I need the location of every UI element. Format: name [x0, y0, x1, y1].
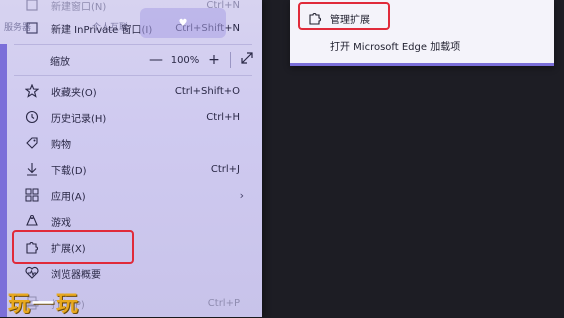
zoom-level: 100%	[170, 54, 200, 66]
extensions-submenu: 管理扩展 打开 Microsoft Edge 加载项	[290, 0, 554, 66]
expand-icon[interactable]	[237, 52, 257, 68]
submenu-accent-line	[290, 63, 554, 66]
overlay-chip: ♥	[140, 8, 226, 38]
zoom-out-button[interactable]: —	[146, 52, 166, 68]
zoom-label: 缩放	[50, 56, 70, 68]
games-icon	[24, 213, 40, 229]
menu-item-shopping[interactable]: 购物	[14, 132, 252, 154]
menu-item-history[interactable]: 历史记录(H) Ctrl+H	[14, 106, 252, 128]
favorites-icon	[24, 83, 40, 99]
heart-icon: ♥	[178, 17, 188, 29]
menu-item-downloads[interactable]: 下载(D) Ctrl+J	[14, 158, 252, 180]
zoom-in-button[interactable]: +	[204, 52, 224, 68]
inprivate-window-icon	[24, 20, 40, 36]
apps-icon	[24, 187, 40, 203]
menu-divider	[14, 75, 252, 76]
submenu-item-open-addons[interactable]: 打开 Microsoft Edge 加载项	[330, 35, 460, 55]
download-icon	[24, 161, 40, 177]
menu-item-favorites[interactable]: 收藏夹(O) Ctrl+Shift+O	[14, 80, 252, 102]
browser-settings-menu: 新建窗口(N) Ctrl+N 服务器 个人互联 新建 InPrivate 窗口(…	[0, 0, 262, 317]
tag-icon	[24, 135, 40, 151]
zoom-row: 缩放 — 100% +	[14, 49, 262, 71]
heart-pulse-icon	[24, 265, 40, 281]
menu-item-browser-essentials[interactable]: 浏览器概要	[14, 262, 252, 284]
menu-divider	[14, 44, 252, 45]
extensions-highlight-box	[12, 230, 134, 264]
menu-item-games[interactable]: 游戏	[14, 210, 252, 232]
zoom-separator	[230, 52, 231, 68]
manage-extensions-highlight-box	[298, 2, 390, 30]
menu-item-apps[interactable]: 应用(A) ›	[14, 184, 252, 206]
window-icon	[24, 0, 40, 13]
watermark-logo: 玩一玩	[8, 292, 81, 317]
chevron-right-icon: ›	[239, 188, 244, 202]
menu-accent-bar	[0, 44, 7, 317]
history-icon	[24, 109, 40, 125]
